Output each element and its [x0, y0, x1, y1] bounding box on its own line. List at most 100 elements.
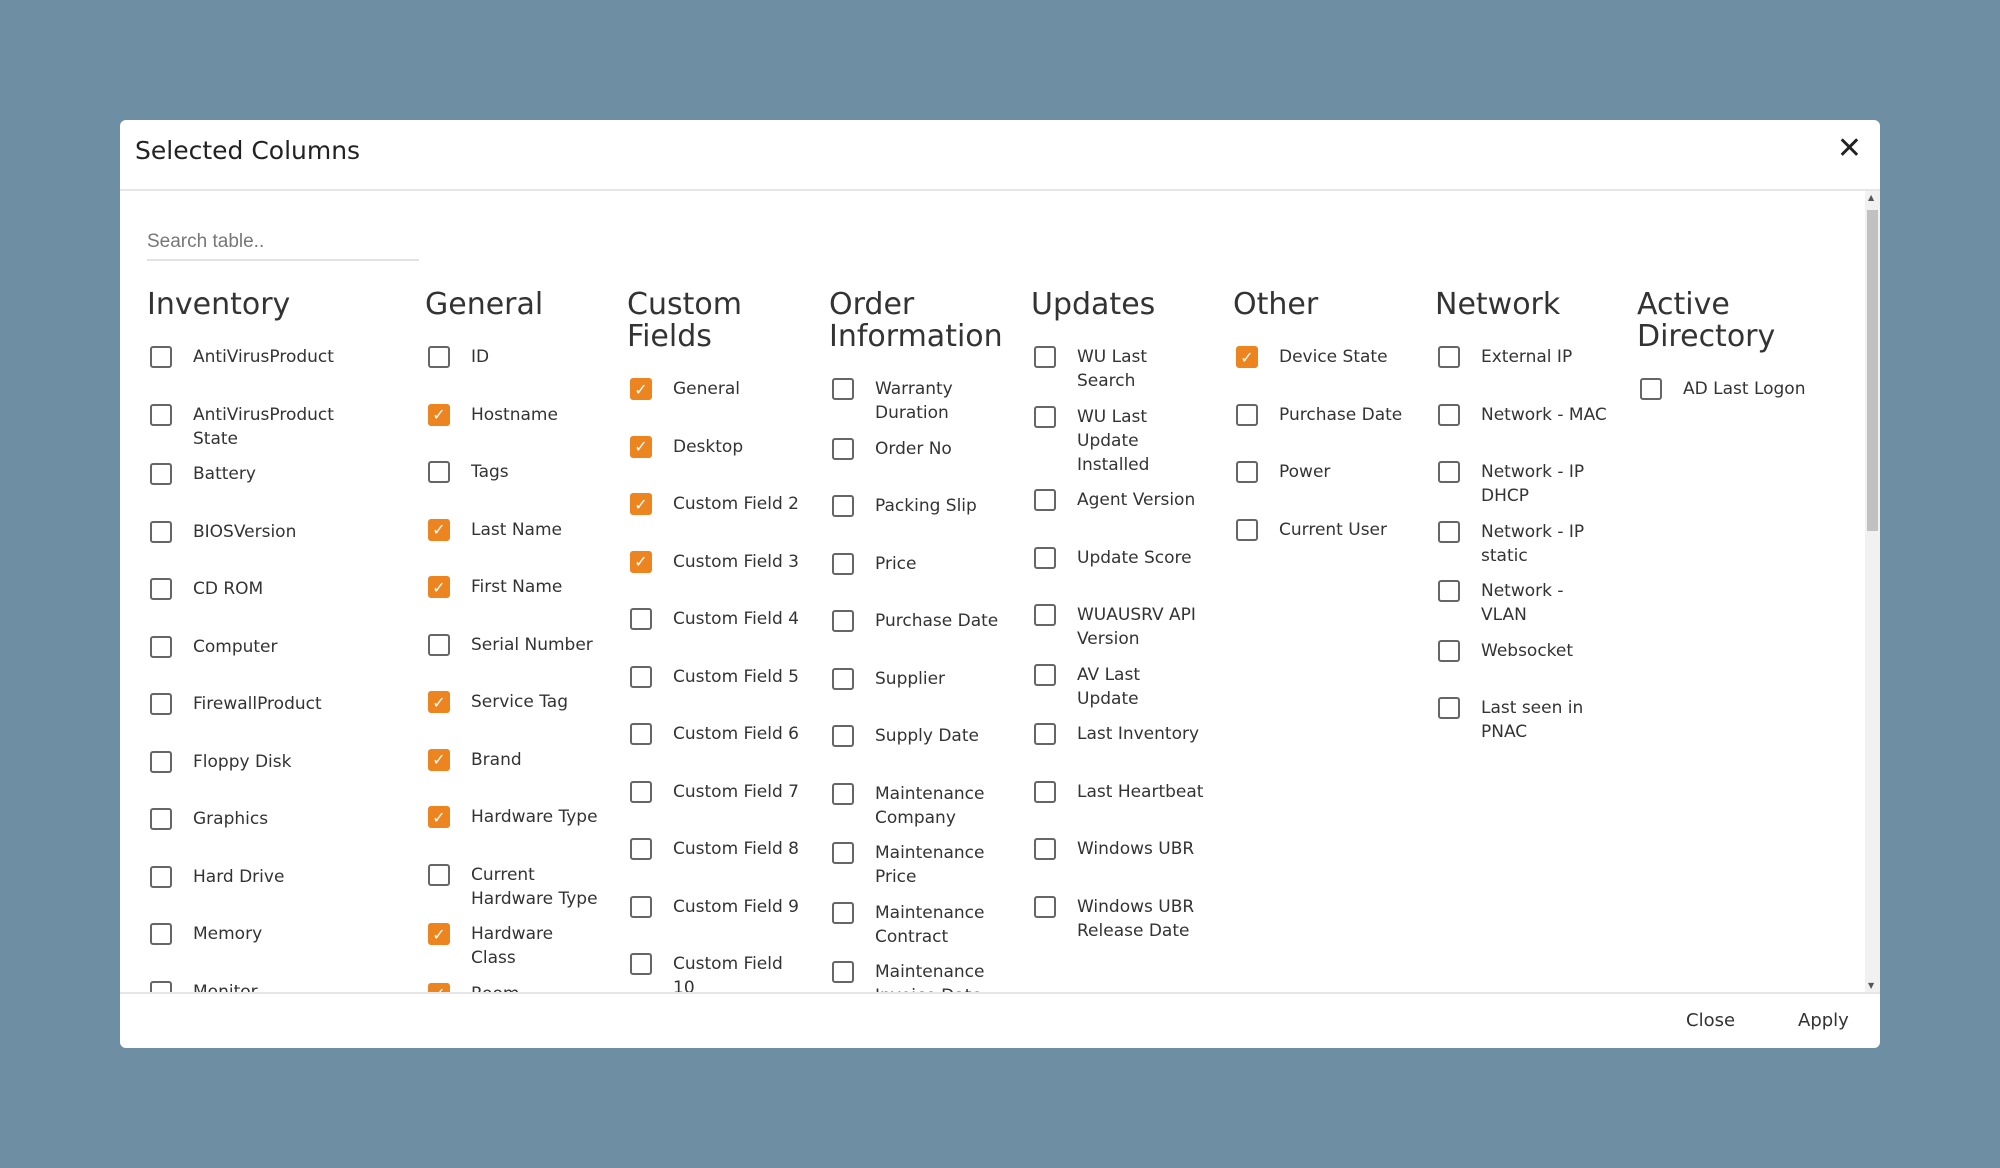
checkbox[interactable] — [150, 808, 172, 830]
checkbox[interactable] — [630, 608, 652, 630]
column-option[interactable]: Current Hardware Type — [428, 863, 599, 911]
column-option[interactable]: Last Heartbeat — [1034, 780, 1205, 826]
checkbox[interactable] — [832, 901, 854, 924]
checkbox-checked[interactable]: ✓ — [428, 748, 450, 771]
column-option[interactable]: WUAUSRV API Version — [1034, 603, 1205, 651]
checkbox[interactable] — [630, 665, 652, 688]
column-option[interactable]: Custom Field 7 — [630, 780, 801, 826]
column-option[interactable]: ✓ Hardware Class — [428, 922, 599, 970]
column-option[interactable]: ✓ Room — [428, 982, 599, 992]
column-option[interactable]: ✓ General — [630, 377, 801, 423]
checkbox[interactable] — [150, 923, 172, 945]
checkbox[interactable] — [1438, 697, 1460, 719]
checkbox[interactable] — [150, 520, 172, 543]
checkbox[interactable] — [1236, 403, 1258, 426]
column-option[interactable]: Agent Version — [1034, 488, 1205, 534]
checkbox[interactable] — [630, 838, 652, 860]
column-option[interactable]: Custom Field 8 — [630, 837, 801, 883]
checkbox-checked[interactable]: ✓ — [428, 982, 450, 992]
checkbox[interactable] — [1034, 405, 1056, 428]
checkbox-checked[interactable]: ✓ — [428, 806, 450, 828]
checkbox[interactable] — [832, 667, 854, 690]
column-option[interactable]: Update Score — [1034, 546, 1205, 592]
column-option[interactable]: Last seen in PNAC — [1438, 696, 1609, 744]
column-option[interactable]: ID — [428, 345, 599, 391]
apply-button[interactable]: Apply — [1798, 1010, 1849, 1031]
checkbox[interactable] — [1034, 346, 1056, 368]
column-option[interactable]: Custom Field 9 — [630, 895, 801, 941]
column-option[interactable]: Supplier — [832, 667, 1003, 713]
checkbox-checked[interactable]: ✓ — [1236, 346, 1258, 368]
checkbox[interactable] — [1236, 518, 1258, 541]
checkbox[interactable] — [630, 953, 652, 975]
checkbox[interactable] — [1034, 546, 1056, 569]
column-option[interactable]: Purchase Date — [832, 609, 1003, 655]
column-option[interactable]: Custom Field 5 — [630, 665, 801, 711]
checkbox[interactable] — [428, 461, 450, 483]
checkbox-checked[interactable]: ✓ — [428, 403, 450, 426]
column-option[interactable]: Memory — [150, 922, 397, 968]
checkbox[interactable] — [1438, 403, 1460, 426]
column-option[interactable]: Custom Field 6 — [630, 722, 801, 768]
checkbox[interactable] — [832, 495, 854, 517]
column-option[interactable]: Network - MAC — [1438, 403, 1609, 449]
checkbox[interactable] — [428, 346, 450, 368]
column-option[interactable]: Monitor — [150, 980, 397, 992]
column-option[interactable]: Power — [1236, 460, 1407, 506]
column-option[interactable]: Websocket — [1438, 639, 1609, 685]
checkbox[interactable] — [1034, 663, 1056, 686]
checkbox-checked[interactable]: ✓ — [630, 550, 652, 573]
column-option[interactable]: Graphics — [150, 807, 397, 853]
column-option[interactable]: Custom Field 4 — [630, 607, 801, 653]
checkbox[interactable] — [630, 780, 652, 803]
column-option[interactable]: Supply Date — [832, 724, 1003, 770]
column-option[interactable]: ✓ Device State — [1236, 345, 1407, 391]
column-option[interactable]: ✓ Brand — [428, 748, 599, 794]
column-option[interactable]: Current User — [1236, 518, 1407, 564]
column-option[interactable]: External IP — [1438, 345, 1609, 391]
column-option[interactable]: Custom Field 10 — [630, 952, 801, 992]
checkbox[interactable] — [1438, 346, 1460, 368]
column-option[interactable]: Network - VLAN — [1438, 579, 1609, 627]
checkbox[interactable] — [1438, 639, 1460, 662]
checkbox-checked[interactable]: ✓ — [428, 576, 450, 598]
column-option[interactable]: Maintenance Invoice Date — [832, 960, 1003, 992]
column-option[interactable]: Purchase Date — [1236, 403, 1407, 449]
checkbox[interactable] — [150, 635, 172, 658]
column-option[interactable]: Warranty Duration — [832, 377, 1003, 425]
search-input[interactable] — [147, 225, 419, 261]
column-option[interactable]: Floppy Disk — [150, 750, 397, 796]
column-option[interactable]: Maintenance Price — [832, 841, 1003, 889]
column-option[interactable]: ✓ Desktop — [630, 435, 801, 481]
column-option[interactable]: ✓ Last Name — [428, 518, 599, 564]
scrollbar[interactable]: ▲ ▼ — [1865, 191, 1880, 992]
checkbox-checked[interactable]: ✓ — [630, 493, 652, 515]
close-button[interactable]: Close — [1686, 1010, 1735, 1031]
column-option[interactable]: Packing Slip — [832, 494, 1003, 540]
checkbox[interactable] — [1034, 895, 1056, 918]
column-option[interactable]: ✓ Service Tag — [428, 690, 599, 736]
checkbox[interactable] — [1034, 489, 1056, 511]
checkbox[interactable] — [1034, 838, 1056, 860]
column-option[interactable]: BIOSVersion — [150, 520, 397, 566]
column-option[interactable]: ✓ Hostname — [428, 403, 599, 449]
column-option[interactable]: Last Inventory — [1034, 722, 1205, 768]
column-option[interactable]: FirewallProduct — [150, 692, 397, 738]
column-option[interactable]: AntiVirusProduct State — [150, 403, 397, 451]
column-option[interactable]: Computer — [150, 635, 397, 681]
column-option[interactable]: Price — [832, 552, 1003, 598]
checkbox[interactable] — [150, 463, 172, 485]
column-option[interactable]: Battery — [150, 462, 397, 508]
checkbox[interactable] — [1438, 580, 1460, 602]
column-option[interactable]: CD ROM — [150, 577, 397, 623]
checkbox[interactable] — [150, 578, 172, 600]
column-option[interactable]: Windows UBR Release Date — [1034, 895, 1205, 943]
checkbox[interactable] — [832, 725, 854, 747]
column-option[interactable]: Order No — [832, 437, 1003, 483]
checkbox[interactable] — [1034, 723, 1056, 745]
checkbox[interactable] — [1034, 780, 1056, 803]
checkbox[interactable] — [832, 961, 854, 983]
column-option[interactable]: Network - IP DHCP — [1438, 460, 1609, 508]
checkbox-checked[interactable]: ✓ — [428, 518, 450, 541]
column-option[interactable]: AD Last Logon — [1640, 377, 1811, 423]
